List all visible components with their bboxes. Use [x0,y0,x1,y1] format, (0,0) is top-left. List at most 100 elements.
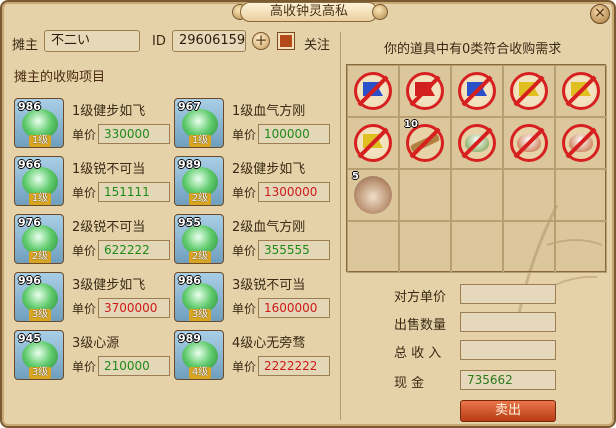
stock-count: 966 [18,158,41,171]
level-badge: 2级 [29,251,51,263]
unit-price-label: 单价 [232,186,257,200]
stall-owner-name: 不二い [44,30,140,52]
inventory-slot[interactable] [347,65,399,117]
gem-icon: 989 2级 [174,156,224,206]
window-title: 高收钟灵高私 [240,2,378,22]
buyer-price-label: 对方单价 [394,290,447,305]
flag-icon [406,72,444,110]
id-value: 29606159 [172,30,246,52]
level-badge: 1级 [29,193,51,205]
purchase-item[interactable]: 989 4级 4级心无旁骛 单价 2222222 [174,330,334,384]
unit-price-value: 2222222 [258,356,330,376]
flag-icon [562,72,600,110]
food-bowl-icon [510,124,548,162]
food-bowl-icon [562,124,600,162]
item-name: 1级锐不可当 [72,162,146,177]
item-name: 2级血气方刚 [232,220,306,235]
purchase-item[interactable]: 986 1级 1级健步如飞 单价 330000 [14,98,174,152]
total-income-field [460,340,556,360]
gem-icon: 945 3级 [14,330,64,380]
total-income-label: 总 收 入 [394,346,442,361]
purchase-item[interactable]: 967 1级 1级血气方刚 单价 100000 [174,98,334,152]
gem-icon: 986 1级 [14,98,64,148]
unit-price-label: 单价 [72,302,97,316]
inventory-slot[interactable] [399,169,451,221]
unit-price-label: 单价 [232,302,257,316]
unit-price-label: 单价 [232,128,257,142]
inventory-slot[interactable] [347,221,399,273]
inventory-slot[interactable] [451,169,503,221]
unit-price-value: 100000 [258,124,330,144]
inventory-slot[interactable] [555,221,607,273]
inventory-slot[interactable] [555,65,607,117]
inventory-slot[interactable] [503,221,555,273]
title-ornament-right [372,4,388,20]
inventory-slot[interactable] [503,65,555,117]
inventory-slot[interactable] [555,169,607,221]
close-button[interactable]: × [590,4,610,24]
stock-count: 989 [178,332,201,345]
inventory-slot[interactable] [503,117,555,169]
inventory-slot[interactable] [399,65,451,117]
purchase-item[interactable]: 976 2级 2级锐不可当 单价 622222 [14,214,174,268]
sell-button[interactable]: 卖出 [460,400,556,422]
level-badge: 4级 [189,367,211,379]
unit-price-value: 151111 [98,182,170,202]
stock-count: 976 [18,216,41,229]
purchase-list-title: 摊主的收购项目 [14,70,106,85]
stock-count: 986 [18,100,41,113]
inventory-slot[interactable] [451,221,503,273]
inventory-slot[interactable] [451,65,503,117]
follow-label: 关注 [304,38,331,53]
level-badge: 2级 [189,193,211,205]
unit-price-value: 210000 [98,356,170,376]
gem-icon: 955 2级 [174,214,224,264]
flag-icon [458,72,496,110]
sell-quantity-field[interactable] [460,312,556,332]
buyer-price-field [460,284,556,304]
follow-checkbox[interactable] [277,32,295,50]
title-bar: 高收钟灵高私 × [2,2,616,24]
inventory-slot[interactable]: 5 [347,169,399,221]
add-friend-button[interactable]: + [252,32,270,50]
stock-count: 955 [178,216,201,229]
inventory-slot[interactable]: 10 [399,117,451,169]
stall-owner-label: 摊主 [12,38,39,53]
purchase-item[interactable]: 996 3级 3级健步如飞 单价 3700000 [14,272,174,326]
gem-icon: 967 1级 [174,98,224,148]
purchase-item[interactable]: 955 2级 2级血气方刚 单价 355555 [174,214,334,268]
purchase-item[interactable]: 989 2级 2级健步如飞 单价 1300000 [174,156,334,210]
inventory-slot[interactable] [503,169,555,221]
unit-price-value: 1300000 [258,182,330,202]
stock-count: 996 [18,274,41,287]
stock-count: 989 [178,158,201,171]
gem-icon: 966 1级 [14,156,64,206]
inventory-title: 你的道具中有0类符合收购需求 [384,42,562,57]
inventory-slot[interactable] [399,221,451,273]
unit-price-label: 单价 [232,244,257,258]
cash-label: 现 金 [394,376,425,391]
purchase-item[interactable]: 986 3级 3级锐不可当 单价 1600000 [174,272,334,326]
stock-count: 945 [18,332,41,345]
cash-field: 735662 [460,370,556,390]
unit-price-value: 622222 [98,240,170,260]
unit-price-label: 单价 [72,186,97,200]
level-badge: 2级 [189,251,211,263]
unit-price-label: 单价 [72,360,97,374]
level-badge: 1级 [29,135,51,147]
inventory-slot[interactable] [451,117,503,169]
left-panel: 摊主 不二い ID 29606159 + 关注 摊主的收购项目 986 1级 1级健… [8,26,338,424]
purchase-item[interactable]: 966 1级 1级锐不可当 单价 151111 [14,156,174,210]
item-name: 1级健步如飞 [72,104,146,119]
right-panel: 你的道具中有0类符合收购需求 10 5 对方单价 出售数量 总 收 入 现 金 7… [344,26,612,424]
item-count: 10 [404,119,418,130]
item-name: 4级心无旁骛 [232,336,306,351]
inventory-slot[interactable] [347,117,399,169]
unit-price-value: 1600000 [258,298,330,318]
item-count: 5 [352,171,359,182]
purchase-item[interactable]: 945 3级 3级心源 单价 210000 [14,330,174,384]
item-name: 2级健步如飞 [232,162,306,177]
unit-price-value: 330000 [98,124,170,144]
inventory-slot[interactable] [555,117,607,169]
level-badge: 3级 [29,367,51,379]
